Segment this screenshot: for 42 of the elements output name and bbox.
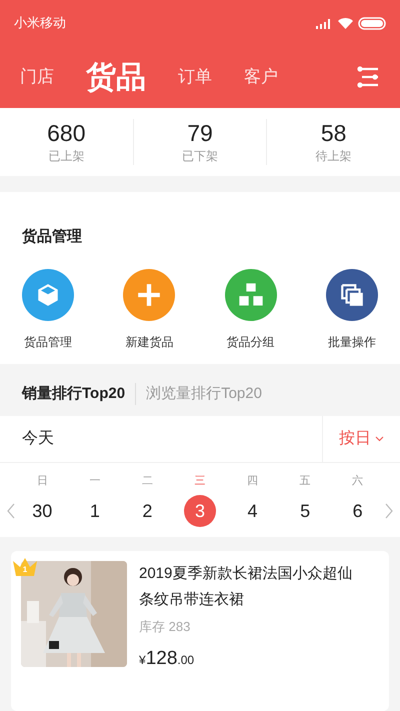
day-button[interactable]: 四 4 <box>234 472 271 528</box>
date-number: 6 <box>352 500 364 523</box>
date-number: 3 <box>184 495 216 528</box>
stat-label: 已下架 <box>182 148 218 166</box>
day-button[interactable]: 日 30 <box>24 472 60 528</box>
product-title: 2019夏季新款长裙法国小众超仙条纹吊带连衣裙 <box>139 564 354 610</box>
product-card[interactable]: 1 2019夏季新款长裙法国小众超仙条纹吊带连衣裙 库存 283 ¥128.00 <box>11 551 389 711</box>
stat-value: 680 <box>47 119 86 148</box>
stat-value: 79 <box>187 119 213 148</box>
cubes-icon <box>236 282 265 308</box>
rank-number: 1 <box>22 564 28 576</box>
chevron-left-icon[interactable] <box>6 503 16 520</box>
date-number: 4 <box>246 500 259 523</box>
action-button[interactable]: 货品分组 <box>218 268 283 351</box>
day-button[interactable]: 一 1 <box>76 472 113 528</box>
chevron-down-icon <box>375 436 384 442</box>
action-button[interactable]: 货品管理 <box>16 268 80 351</box>
date-number: 5 <box>299 500 312 523</box>
stock-count: 库存 283 <box>139 618 192 636</box>
day-button[interactable]: 二 2 <box>129 472 166 528</box>
day-button[interactable]: 六 6 <box>340 472 376 528</box>
stat-label: 待上架 <box>316 148 352 166</box>
period-label: 今天 <box>21 429 55 450</box>
product-price: ¥128.00 <box>139 646 196 671</box>
action-button[interactable]: 批量操作 <box>320 268 384 351</box>
stat-label: 已上架 <box>48 148 84 166</box>
date-number: 1 <box>88 500 101 523</box>
day-button[interactable]: 五 5 <box>287 472 324 528</box>
settings-icon[interactable] <box>356 66 380 88</box>
signal-icon <box>316 18 333 28</box>
battery-icon <box>358 16 386 30</box>
action-button[interactable]: 新建货品 <box>117 268 182 351</box>
date-number: 30 <box>31 500 54 523</box>
plus-icon <box>136 282 162 308</box>
copies-icon <box>338 282 365 308</box>
section-title: 货品管理 <box>22 227 83 248</box>
date-number: 2 <box>141 500 154 523</box>
wifi-icon <box>338 18 353 28</box>
ranking-tab[interactable]: 销量排行Top20 <box>22 382 126 406</box>
stat-value: 58 <box>320 119 346 148</box>
carrier-name: 小米移动 <box>14 14 66 32</box>
chevron-right-icon[interactable] <box>384 503 394 520</box>
